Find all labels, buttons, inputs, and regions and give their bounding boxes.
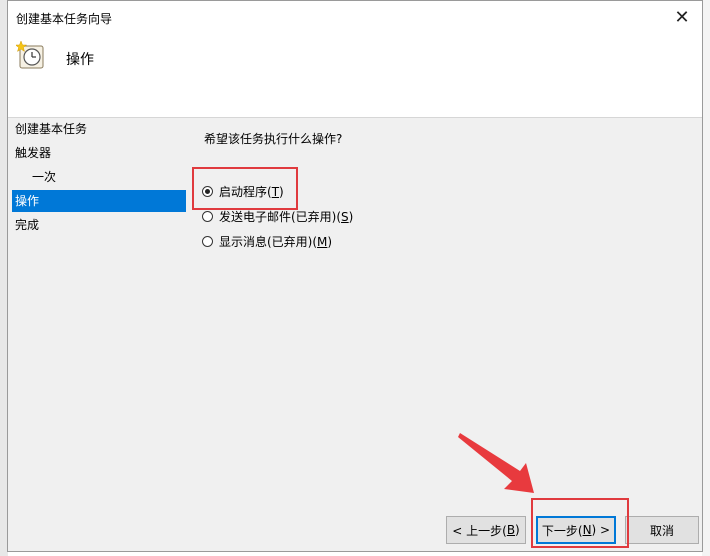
- wizard-dialog: 创建基本任务向导 ✕ 操作 创建基本任务 触发器 一次 操作 完成 希望该任务执…: [7, 0, 703, 552]
- pointer-arrow-icon: [458, 433, 534, 493]
- background-window-edge-right: [702, 0, 710, 556]
